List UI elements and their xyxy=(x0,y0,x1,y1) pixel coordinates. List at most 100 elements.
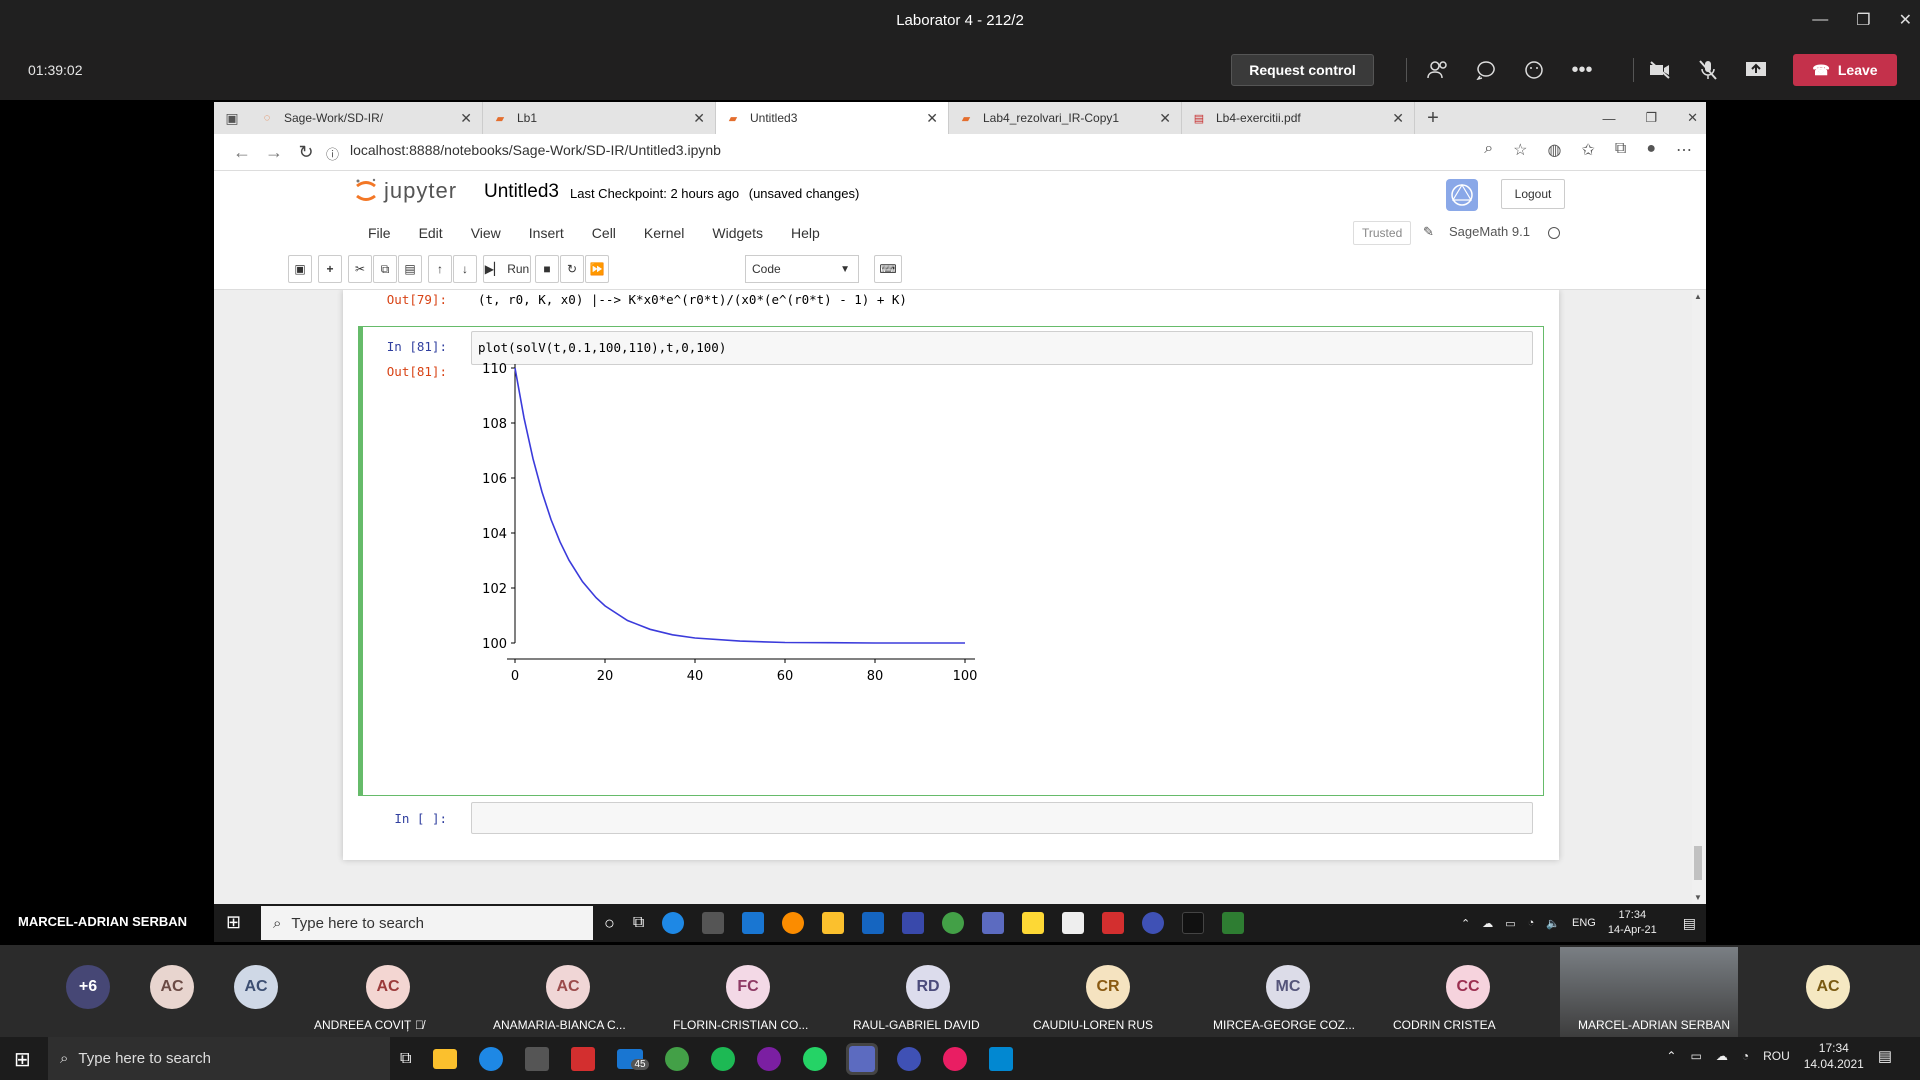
participant-avatar[interactable]: AC xyxy=(1806,965,1850,1009)
close-icon[interactable]: ✕ xyxy=(1899,10,1912,30)
url-field[interactable]: localhost:8888/notebooks/Sage-Work/SD-IR… xyxy=(350,142,721,158)
close-tab-icon[interactable]: ✕ xyxy=(1392,110,1404,127)
app-icon[interactable] xyxy=(1022,912,1045,934)
menu-edit[interactable]: Edit xyxy=(405,225,457,241)
teams-icon[interactable] xyxy=(982,912,1005,934)
scroll-thumb[interactable] xyxy=(1694,846,1702,880)
participant-avatar[interactable]: AC xyxy=(234,965,278,1009)
mail-app[interactable]: 45 xyxy=(617,1048,649,1070)
zoom-icon[interactable]: ⌕ xyxy=(1484,140,1493,160)
spotify-icon[interactable] xyxy=(711,1046,736,1071)
empty-code-editor[interactable] xyxy=(471,802,1533,834)
notifications-icon[interactable]: ▤ xyxy=(1878,1047,1892,1065)
onedrive-icon[interactable]: ☁ xyxy=(1716,1049,1728,1063)
camera-off-icon[interactable] xyxy=(1648,54,1672,86)
logout-button[interactable]: Logout xyxy=(1501,179,1565,209)
close-icon[interactable]: ✕ xyxy=(1687,110,1698,126)
forward-icon[interactable]: → xyxy=(258,142,290,163)
menu-file[interactable]: File xyxy=(354,225,405,241)
app-icon[interactable] xyxy=(782,912,805,934)
store-icon[interactable] xyxy=(525,1046,550,1071)
search-box[interactable]: ⌕ Type here to search xyxy=(48,1037,390,1080)
photos-icon[interactable] xyxy=(989,1046,1014,1071)
leave-button[interactable]: ☎ Leave xyxy=(1793,54,1897,86)
close-tab-icon[interactable]: ✕ xyxy=(693,110,705,127)
participant-avatar[interactable]: FC xyxy=(726,965,770,1009)
outlook-icon[interactable] xyxy=(862,912,885,934)
minimize-icon[interactable]: — xyxy=(1812,11,1828,29)
participant-avatar[interactable]: AC xyxy=(546,965,590,1009)
participant-avatar[interactable]: AC xyxy=(366,965,410,1009)
collections-icon[interactable]: ⧉ xyxy=(1615,140,1626,160)
edge-icon[interactable] xyxy=(479,1046,504,1071)
excel-icon[interactable] xyxy=(1222,912,1245,934)
kernel-name[interactable]: SageMath 9.1 xyxy=(1449,224,1530,239)
whatsapp-icon[interactable] xyxy=(803,1046,828,1071)
network-icon[interactable]: ◔ xyxy=(1528,917,1535,929)
windows-start-icon[interactable]: ⊞ xyxy=(226,912,241,933)
app-icon[interactable] xyxy=(943,1046,968,1071)
notebook-name[interactable]: Untitled3 xyxy=(484,181,559,203)
chevron-up-icon[interactable]: ⌃ xyxy=(1666,1049,1676,1063)
store-icon[interactable] xyxy=(702,912,725,934)
copy-icon[interactable]: ⧉ xyxy=(373,255,397,283)
windows-start-icon[interactable]: ⊞ xyxy=(14,1047,31,1072)
close-tab-icon[interactable]: ✕ xyxy=(1159,110,1171,127)
profile-icon[interactable]: ● xyxy=(1646,140,1656,160)
more-participants-badge[interactable]: +6 xyxy=(66,965,110,1009)
reactions-icon[interactable] xyxy=(1522,54,1546,86)
edge-icon[interactable] xyxy=(662,912,685,934)
run-button[interactable]: ▶▏ Run xyxy=(483,255,531,283)
insert-cell-icon[interactable]: + xyxy=(318,255,342,283)
keyboard-shortcuts-icon[interactable]: ⌨ xyxy=(874,255,902,283)
participants-icon[interactable] xyxy=(1426,54,1450,86)
app-icon[interactable] xyxy=(757,1046,782,1071)
language-indicator[interactable]: ENG xyxy=(1572,917,1596,929)
notifications-icon[interactable]: ▤ xyxy=(1683,915,1696,932)
mic-off-icon[interactable] xyxy=(1696,54,1720,86)
clock[interactable]: 17:34 14-Apr-21 xyxy=(1608,908,1657,938)
participant-avatar[interactable]: AC xyxy=(150,965,194,1009)
more-options-icon[interactable]: ••• xyxy=(1570,54,1594,86)
restart-icon[interactable]: ↻ xyxy=(560,255,584,283)
restore-icon[interactable]: ❐ xyxy=(1856,10,1870,30)
clock[interactable]: 17:34 14.04.2021 xyxy=(1804,1040,1864,1072)
chevron-up-icon[interactable]: ⌃ xyxy=(1461,917,1470,930)
info-icon[interactable]: ⓘ xyxy=(326,144,339,163)
chrome-icon[interactable] xyxy=(942,912,965,934)
terminal-icon[interactable] xyxy=(1182,912,1205,934)
jupyter-logo[interactable]: jupyter xyxy=(354,177,457,205)
network-icon[interactable]: ◔ xyxy=(1742,1049,1749,1063)
restore-icon[interactable]: ❐ xyxy=(1645,110,1657,126)
trusted-indicator[interactable]: Trusted xyxy=(1353,221,1412,245)
task-view-icon[interactable]: ⧉ xyxy=(633,914,644,932)
move-up-icon[interactable]: ↑ xyxy=(428,255,452,283)
reload-icon[interactable]: ↻ xyxy=(290,142,322,163)
menu-kernel[interactable]: Kernel xyxy=(630,225,698,241)
interrupt-icon[interactable]: ■ xyxy=(535,255,559,283)
tab-lb1[interactable]: ▰ Lb1 ✕ xyxy=(483,102,716,134)
menu-view[interactable]: View xyxy=(457,225,515,241)
new-tab-icon[interactable]: + xyxy=(1415,107,1451,130)
restart-run-all-icon[interactable]: ⏩ xyxy=(585,255,609,283)
language-indicator[interactable]: ROU xyxy=(1763,1049,1790,1063)
volume-icon[interactable]: 🔈 xyxy=(1546,917,1560,930)
menu-cell[interactable]: Cell xyxy=(578,225,630,241)
scroll-down-icon[interactable]: ▼ xyxy=(1694,893,1702,902)
app-icon[interactable] xyxy=(1142,912,1165,934)
cortana-icon[interactable]: ○ xyxy=(604,913,615,934)
scroll-up-icon[interactable]: ▲ xyxy=(1694,292,1702,301)
save-icon[interactable]: ▣ xyxy=(288,255,312,283)
settings-more-icon[interactable]: ⋯ xyxy=(1676,140,1692,160)
favorite-add-icon[interactable]: ☆ xyxy=(1513,140,1527,160)
cell-type-select[interactable]: Code ▼ xyxy=(745,255,859,283)
extension-icon[interactable]: ◍ xyxy=(1548,140,1562,160)
share-screen-icon[interactable] xyxy=(1744,54,1768,86)
app-icon[interactable] xyxy=(897,1046,922,1071)
acrobat-icon[interactable] xyxy=(1102,912,1125,934)
tab-actions-icon[interactable]: ▣ xyxy=(214,110,250,127)
participant-avatar[interactable]: MC xyxy=(1266,965,1310,1009)
cut-icon[interactable]: ✂ xyxy=(348,255,372,283)
mail-icon[interactable] xyxy=(742,912,765,934)
paste-icon[interactable]: ▤ xyxy=(398,255,422,283)
